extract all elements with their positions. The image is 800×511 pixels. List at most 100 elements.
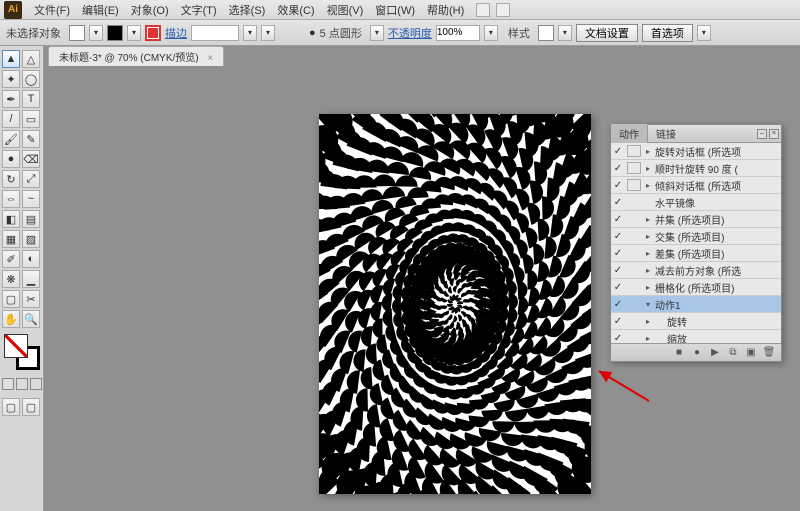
tool-brush[interactable]: 🖌	[2, 130, 20, 148]
tool-line[interactable]: /	[2, 110, 20, 128]
none-swatch[interactable]	[145, 25, 161, 41]
action-expand-icon[interactable]: ▸	[643, 215, 653, 224]
panel-tab-links[interactable]: 链接	[648, 124, 684, 143]
tool-artboard[interactable]: ▢	[2, 290, 20, 308]
action-row-7[interactable]: ✓▸减去前方对象 (所选	[611, 262, 781, 279]
actions-footer-btn-1[interactable]: ●	[691, 347, 703, 359]
tool-gradient[interactable]: ▨	[22, 230, 40, 248]
action-row-10[interactable]: ✓▸旋转	[611, 313, 781, 330]
tool-zoom[interactable]: 🔍	[22, 310, 40, 328]
tool-sel-white[interactable]: △	[22, 50, 40, 68]
menu-view[interactable]: 视图(V)	[321, 0, 370, 20]
fill-dropdown[interactable]: ▾	[89, 25, 103, 41]
actions-footer-btn-5[interactable]: 🗑	[763, 347, 775, 359]
varwidth-dd[interactable]: ▾	[261, 25, 275, 41]
panel-tab-actions[interactable]: 动作	[611, 124, 648, 143]
action-row-8[interactable]: ✓▸栅格化 (所选项目)	[611, 279, 781, 296]
tool-hand[interactable]: ✋	[2, 310, 20, 328]
tool-pencil[interactable]: ✎	[22, 130, 40, 148]
tool-dropper[interactable]: ✐	[2, 250, 20, 268]
action-dialog-toggle[interactable]	[627, 162, 641, 174]
menubar-extra-1[interactable]	[476, 3, 490, 17]
action-check-icon[interactable]: ✓	[611, 146, 625, 157]
action-row-5[interactable]: ✓▸交集 (所选项目)	[611, 228, 781, 245]
opacity-link[interactable]: 不透明度	[388, 25, 432, 41]
action-row-2[interactable]: ✓▸倾斜对话框 (所选项	[611, 177, 781, 194]
tool-slice[interactable]: ✂	[22, 290, 40, 308]
screen-full[interactable]: ▢	[22, 398, 40, 416]
action-check-icon[interactable]: ✓	[611, 180, 625, 191]
doc-setup-button[interactable]: 文档设置	[576, 24, 638, 42]
action-row-9[interactable]: ✓▾动作1	[611, 296, 781, 313]
action-expand-icon[interactable]: ▸	[643, 334, 653, 343]
stroke-swatch[interactable]	[107, 25, 123, 41]
mode-gradient[interactable]	[16, 378, 28, 390]
tool-perspective[interactable]: ▤	[22, 210, 40, 228]
action-row-3[interactable]: ✓水平镜像	[611, 194, 781, 211]
menu-help[interactable]: 帮助(H)	[421, 0, 470, 20]
stroke-link[interactable]: 描边	[165, 25, 187, 41]
action-check-icon[interactable]: ✓	[611, 282, 625, 293]
action-expand-icon[interactable]: ▸	[643, 164, 653, 173]
action-expand-icon[interactable]: ▸	[643, 283, 653, 292]
stroke-dropdown[interactable]: ▾	[127, 25, 141, 41]
action-expand-icon[interactable]: ▸	[643, 147, 653, 156]
action-check-icon[interactable]: ✓	[611, 299, 625, 310]
tool-sel-black[interactable]: ▲	[2, 50, 20, 68]
tool-width[interactable]: ⇔	[2, 190, 20, 208]
action-check-icon[interactable]: ✓	[611, 197, 625, 208]
action-dialog-toggle[interactable]	[627, 179, 641, 191]
menu-file[interactable]: 文件(F)	[28, 0, 76, 20]
action-expand-icon[interactable]: ▾	[643, 300, 653, 309]
tool-scale[interactable]: ⤢	[22, 170, 40, 188]
tool-wand[interactable]: ✦	[2, 70, 20, 88]
actions-footer-btn-4[interactable]: ▣	[745, 347, 757, 359]
actions-footer-btn-3[interactable]: ⧉	[727, 347, 739, 359]
tool-shapebuilder[interactable]: ◧	[2, 210, 20, 228]
action-expand-icon[interactable]: ▸	[643, 317, 653, 326]
menubar-extra-2[interactable]	[496, 3, 510, 17]
action-expand-icon[interactable]: ▸	[643, 232, 653, 241]
tool-rect[interactable]: ▭	[22, 110, 40, 128]
tool-pen[interactable]: ✒	[2, 90, 20, 108]
tool-graph[interactable]: ▁	[22, 270, 40, 288]
canvas-area[interactable]: 未标题-3* @ 70% (CMYK/预览) × 动作 链接	[44, 46, 800, 511]
screen-normal[interactable]: ▢	[2, 398, 20, 416]
document-tab[interactable]: 未标题-3* @ 70% (CMYK/预览) ×	[48, 46, 224, 66]
panel-close-icon[interactable]: ×	[769, 129, 779, 139]
action-row-1[interactable]: ✓▸顺时针旋转 90 度 (	[611, 160, 781, 177]
tab-close-icon[interactable]: ×	[207, 53, 213, 64]
menu-object[interactable]: 对象(O)	[125, 0, 175, 20]
action-check-icon[interactable]: ✓	[611, 163, 625, 174]
tool-eraser[interactable]: ⌫	[22, 150, 40, 168]
tool-blend[interactable]: ◐	[22, 250, 40, 268]
tool-lasso[interactable]: ◯	[22, 70, 40, 88]
tool-type[interactable]: T	[22, 90, 40, 108]
action-check-icon[interactable]: ✓	[611, 248, 625, 259]
actions-footer-btn-0[interactable]: ■	[673, 347, 685, 359]
action-check-icon[interactable]: ✓	[611, 333, 625, 344]
prefs-dd[interactable]: ▾	[697, 25, 711, 41]
action-row-11[interactable]: ✓▸缩放	[611, 330, 781, 343]
action-check-icon[interactable]: ✓	[611, 316, 625, 327]
prefs-button[interactable]: 首选项	[642, 24, 693, 42]
tool-rotate[interactable]: ↻	[2, 170, 20, 188]
fill-stroke-control[interactable]	[4, 334, 40, 370]
action-row-0[interactable]: ✓▸旋转对话框 (所选项	[611, 143, 781, 160]
opacity-input[interactable]	[436, 25, 480, 41]
action-expand-icon[interactable]: ▸	[643, 249, 653, 258]
tool-warp[interactable]: ~	[22, 190, 40, 208]
action-check-icon[interactable]: ✓	[611, 231, 625, 242]
mode-color[interactable]	[2, 378, 14, 390]
menu-select[interactable]: 选择(S)	[223, 0, 272, 20]
menu-window[interactable]: 窗口(W)	[369, 0, 421, 20]
opacity-dd[interactable]: ▾	[484, 25, 498, 41]
artboard[interactable]	[319, 114, 591, 494]
action-dialog-toggle[interactable]	[627, 145, 641, 157]
action-expand-icon[interactable]: ▸	[643, 181, 653, 190]
tool-symbol[interactable]: ❋	[2, 270, 20, 288]
fill-box[interactable]	[4, 334, 28, 358]
action-row-4[interactable]: ✓▸并集 (所选项目)	[611, 211, 781, 228]
fill-swatch[interactable]	[69, 25, 85, 41]
action-row-6[interactable]: ✓▸差集 (所选项目)	[611, 245, 781, 262]
